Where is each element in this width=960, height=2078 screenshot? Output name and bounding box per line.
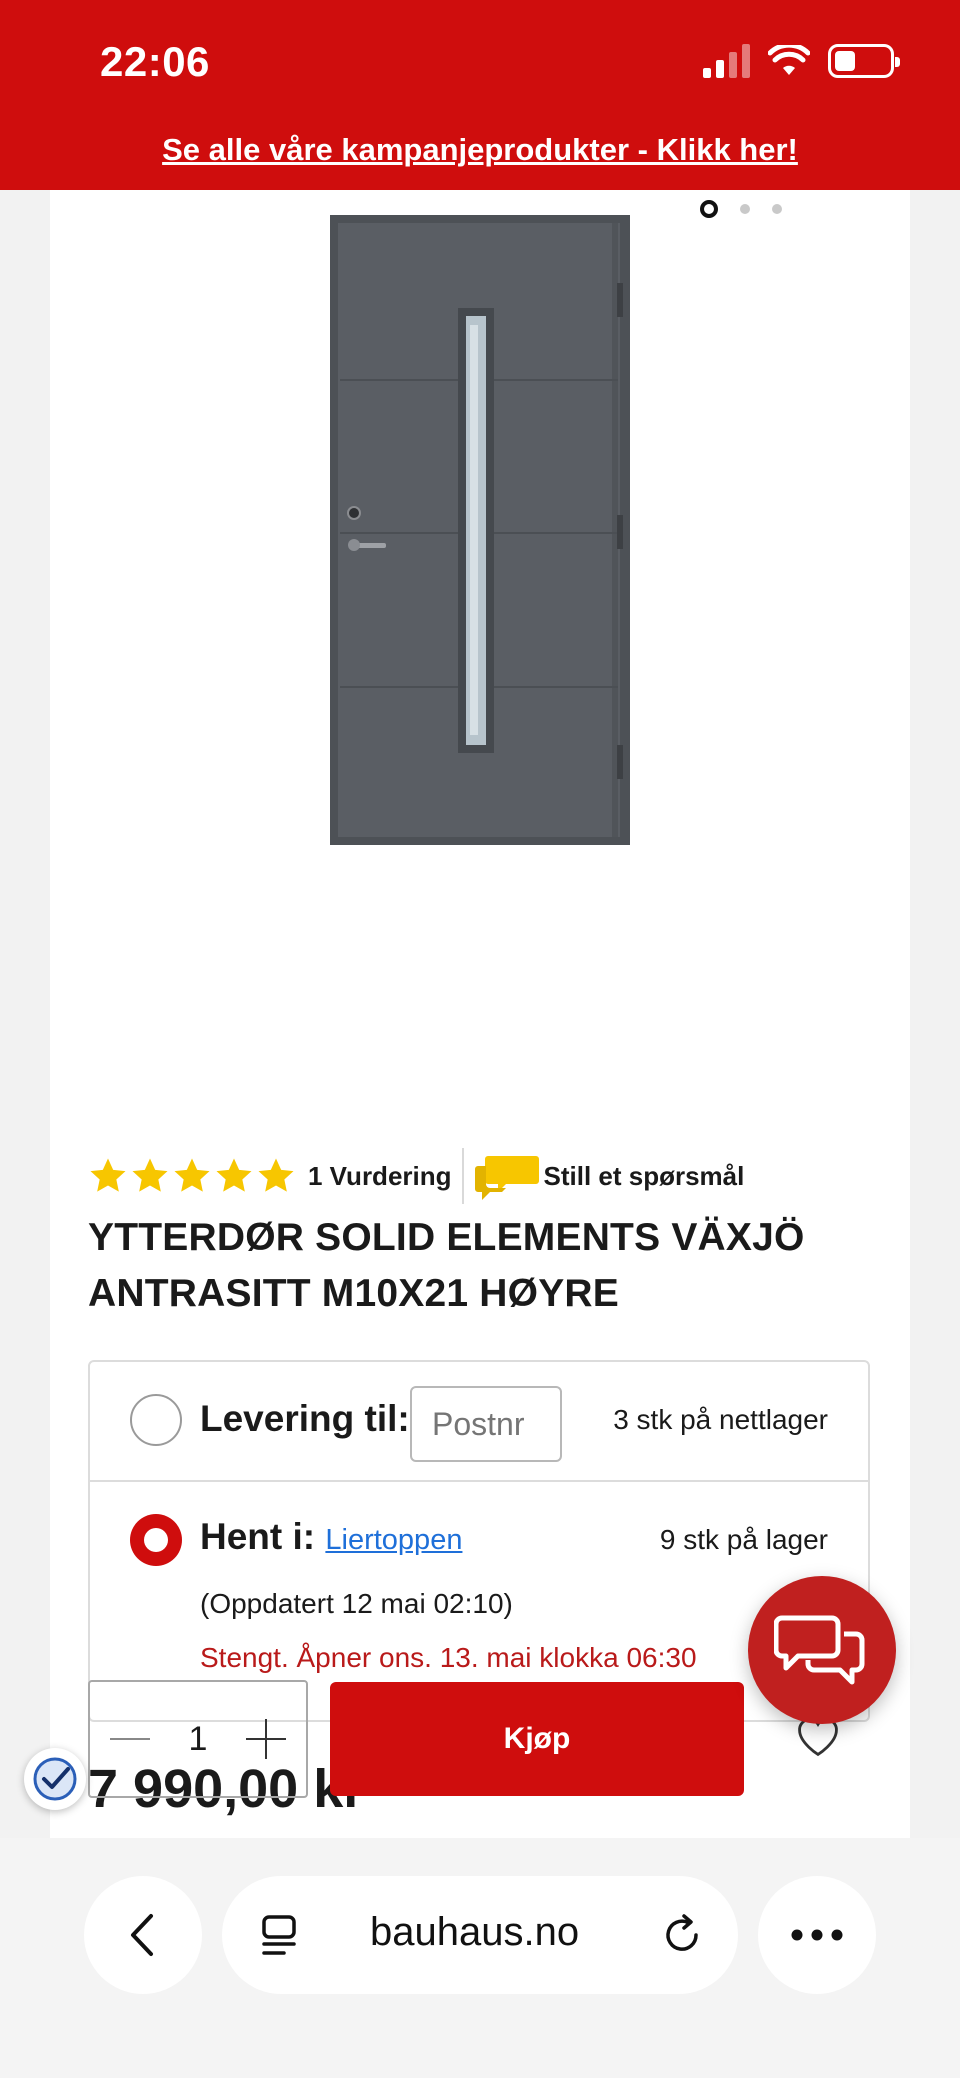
url-text: bauhaus.no	[370, 1910, 580, 1954]
status-icons	[703, 44, 900, 78]
store-opening-status: Stengt. Åpner ons. 13. mai klokka 06:30	[200, 1642, 697, 1673]
pickup-label: Hent i: Liertoppen	[200, 1516, 462, 1558]
verified-check-icon	[33, 1757, 77, 1801]
stock-updated-time: (Oppdatert 12 mai 02:10)	[200, 1588, 513, 1619]
increase-quantity-button[interactable]	[245, 1719, 286, 1759]
star-icon	[132, 1158, 168, 1192]
status-time: 22:06	[100, 38, 210, 85]
delivery-label: Levering til:	[200, 1398, 410, 1439]
review-count-link[interactable]: 1 Vurdering	[308, 1161, 452, 1192]
delivery-radio[interactable]	[130, 1394, 182, 1446]
top-header: 22:06 Se alle våre kampanjeprodukter - K…	[0, 0, 960, 190]
star-icon	[258, 1158, 294, 1192]
star-icon	[216, 1158, 252, 1192]
more-options-button[interactable]	[758, 1876, 876, 1994]
pickup-label-text: Hent i:	[200, 1516, 316, 1557]
star-rating[interactable]	[88, 1156, 296, 1196]
campaign-link[interactable]: Se alle våre kampanjeprodukter - Klikk h…	[0, 132, 960, 168]
battery-icon	[828, 44, 900, 78]
reader-mode-icon[interactable]	[260, 1913, 300, 1957]
chevron-left-icon	[131, 1914, 153, 1956]
gallery-indicator	[700, 200, 782, 218]
gallery-dot-3[interactable]	[772, 204, 782, 214]
online-stock: 3 stk på nettlager	[613, 1404, 828, 1435]
back-button[interactable]	[84, 1876, 202, 1994]
product-image[interactable]	[330, 215, 630, 845]
postcode-input[interactable]	[410, 1386, 562, 1462]
product-title: YTTERDØR SOLID ELEMENTS VÄXJÖ ANTRASITT …	[88, 1216, 805, 1315]
rating-row: 1 Vurdering Still et spørsmål	[88, 1148, 744, 1204]
delivery-row[interactable]: Levering til: 3 stk på nettlager	[90, 1362, 868, 1482]
gallery-dot-2[interactable]	[740, 204, 750, 214]
divider	[461, 1148, 464, 1204]
ask-question-link[interactable]: Still et spørsmål	[544, 1161, 745, 1192]
quantity-value[interactable]: 1	[189, 1720, 208, 1759]
gallery-dot-1[interactable]	[700, 200, 718, 218]
chat-button[interactable]	[748, 1576, 896, 1724]
star-icon	[174, 1158, 210, 1192]
reload-icon[interactable]	[660, 1913, 704, 1957]
address-bar[interactable]: bauhaus.no	[222, 1876, 738, 1994]
trust-badge[interactable]	[24, 1748, 86, 1810]
pickup-radio[interactable]	[130, 1514, 182, 1566]
chat-bubble-icon[interactable]	[474, 1152, 540, 1200]
quantity-stepper: 1	[88, 1680, 308, 1798]
star-icon	[90, 1158, 126, 1192]
browser-toolbar: bauhaus.no	[0, 1838, 960, 2078]
wifi-icon	[768, 45, 810, 75]
store-stock: 9 stk på lager	[659, 1524, 828, 1555]
buy-button[interactable]: Kjøp	[330, 1682, 744, 1796]
store-link[interactable]: Liertoppen	[325, 1524, 462, 1556]
decrease-quantity-button[interactable]	[110, 1719, 150, 1759]
cellular-signal-icon	[703, 44, 750, 78]
chat-icon	[774, 1615, 865, 1685]
ellipsis-icon	[791, 1929, 843, 1941]
